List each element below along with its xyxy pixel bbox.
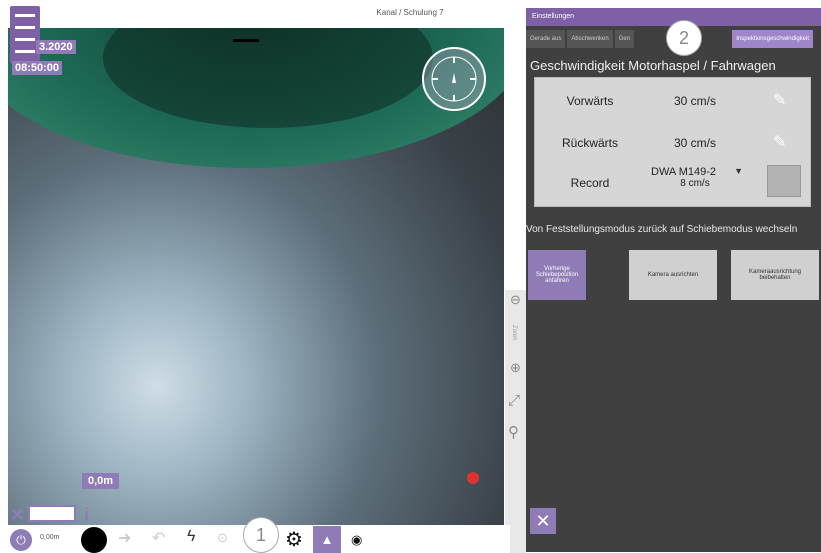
distance-readout: 0,00m bbox=[40, 534, 60, 541]
caret-up-button[interactable]: ▲ bbox=[313, 526, 341, 553]
mode-switch-heading: Von Feststellungsmodus zurück auf Schieb… bbox=[526, 224, 798, 235]
zoom-out-icon[interactable]: ⊖ bbox=[510, 292, 521, 308]
record-dot-icon bbox=[467, 472, 479, 484]
power-icon[interactable]: ⏻ bbox=[10, 529, 32, 551]
window-title: Kanal / Schulung 7 bbox=[376, 8, 444, 17]
tab-straight[interactable]: Gerade aus bbox=[526, 30, 566, 48]
arrow-right-icon[interactable]: ➜ bbox=[118, 528, 131, 548]
record-speed-value: 8 cm/s bbox=[680, 178, 710, 189]
keep-camera-alignment-button[interactable]: Kameraausrichtung beibehalten bbox=[731, 250, 819, 300]
record-toggle-button[interactable] bbox=[767, 165, 801, 197]
record-label: Record bbox=[570, 176, 610, 190]
date-label: 3.2020 bbox=[36, 40, 76, 54]
edit-forward-pencil-icon[interactable]: ✎ bbox=[773, 90, 786, 110]
distance-label: 0,0m bbox=[82, 473, 120, 489]
close-icon[interactable]: ✕ bbox=[10, 505, 25, 526]
close-panel-button[interactable]: ✕ bbox=[530, 508, 556, 534]
compass-widget bbox=[422, 47, 486, 111]
compass-icon bbox=[431, 56, 477, 102]
menu-button[interactable] bbox=[10, 6, 40, 64]
speed-settings-box: Vorwärts 30 cm/s ✎ Rückwärts 30 cm/s ✎ R… bbox=[534, 77, 811, 207]
joystick-button[interactable] bbox=[81, 527, 107, 553]
callout-marker-2: 2 bbox=[666, 20, 702, 56]
backward-value: 30 cm/s bbox=[673, 136, 716, 150]
pin-icon[interactable]: ⚲ bbox=[508, 423, 519, 441]
gear-icon[interactable]: ⚙ bbox=[285, 527, 303, 552]
target-icon[interactable]: ⊙ bbox=[217, 530, 228, 546]
fullscreen-icon[interactable]: ⤢ bbox=[508, 392, 520, 409]
text-input[interactable] bbox=[28, 505, 76, 522]
forward-label: Vorwärts bbox=[566, 94, 614, 108]
callout-marker-1: 1 bbox=[243, 517, 279, 553]
tab-inspection-speed[interactable]: Inspektionsgeschwindigkeit bbox=[732, 30, 813, 48]
tab-swivel[interactable]: Abschwenken bbox=[567, 30, 613, 48]
speed-section-title: Geschwindigkeit Motorhaspel / Fahrwagen bbox=[530, 58, 776, 73]
laser-line-icon bbox=[233, 39, 259, 42]
tab-gen[interactable]: Gen bbox=[614, 30, 635, 48]
info-icon[interactable]: i bbox=[84, 505, 89, 526]
backward-label: Rückwärts bbox=[561, 136, 618, 150]
dropdown-arrow-icon: ▼ bbox=[734, 166, 743, 176]
align-camera-button[interactable]: Kamera ausrichten bbox=[629, 250, 717, 300]
zoom-in-icon[interactable]: ⊕ bbox=[510, 360, 521, 376]
edit-backward-pencil-icon[interactable]: ✎ bbox=[773, 132, 786, 152]
flash-icon[interactable]: ϟ bbox=[187, 528, 195, 546]
record-select[interactable]: DWA M149-2 8 cm/s ▼ bbox=[647, 166, 743, 196]
time-label: 08:50:00 bbox=[12, 61, 63, 75]
zoom-label: Zoom bbox=[511, 325, 517, 341]
undo-icon[interactable]: ↶ bbox=[152, 528, 165, 548]
eye-icon[interactable]: ◉ bbox=[351, 532, 362, 548]
previous-position-button[interactable]: Vorherige Schiebeposition anfahren bbox=[528, 250, 586, 300]
forward-value: 30 cm/s bbox=[673, 94, 716, 108]
record-select-value: DWA M149-2 bbox=[651, 166, 717, 178]
